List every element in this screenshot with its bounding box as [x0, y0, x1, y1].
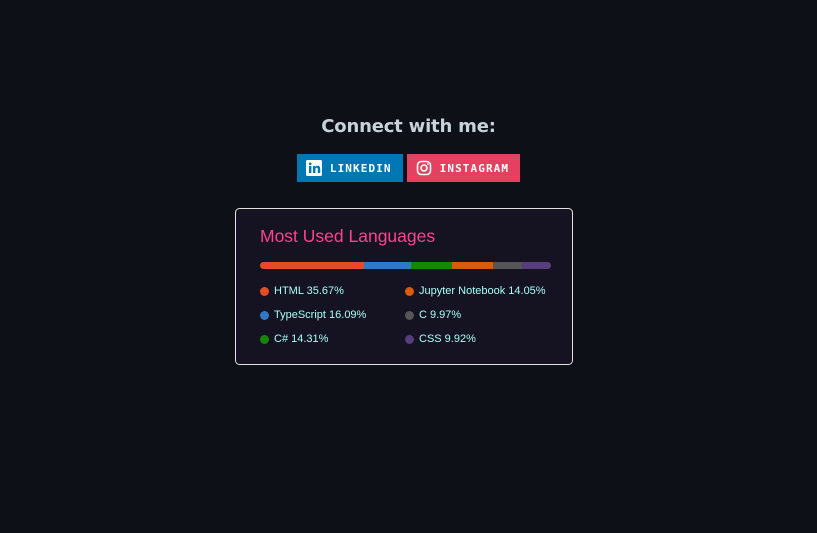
legend-label: C 9.97% — [419, 309, 462, 321]
legend-item: C# 14.31% — [260, 332, 405, 346]
linkedin-badge-button[interactable]: LINKEDIN — [296, 154, 403, 182]
profile-page: Connect with me: LINKEDIN INSTAGRAM Most… — [0, 0, 817, 533]
languages-progress-bar — [260, 262, 551, 269]
legend-item: HTML 35.67% — [260, 284, 405, 298]
bar-segment-typescript — [363, 262, 411, 269]
legend-label: TypeScript 16.09% — [274, 309, 367, 321]
legend-dot-icon — [405, 310, 414, 320]
legend-dot-icon — [405, 286, 414, 296]
linkedin-badge-label: LINKEDIN — [329, 161, 392, 175]
bar-segment-c — [493, 262, 523, 269]
legend-dot-icon — [260, 334, 269, 344]
linkedin-icon — [305, 160, 322, 176]
connect-heading: Connect with me: — [321, 116, 496, 137]
bar-segment-jupyter-notebook — [452, 262, 494, 269]
legend-dot-icon — [405, 334, 414, 344]
legend-dot-icon — [260, 286, 269, 296]
bar-segment-css — [522, 262, 551, 269]
instagram-badge-label: INSTAGRAM — [439, 161, 510, 175]
legend-dot-icon — [260, 310, 269, 320]
legend-item: C 9.97% — [405, 308, 555, 322]
bar-segment-html — [260, 262, 364, 269]
instagram-icon — [416, 160, 432, 176]
legend-item: CSS 9.92% — [405, 332, 555, 346]
most-used-languages-card: Most Used Languages HTML 35.67% Jupyter N… — [235, 208, 573, 365]
legend-item: TypeScript 16.09% — [260, 308, 405, 322]
legend-label: CSS 9.92% — [419, 333, 476, 345]
instagram-badge-button[interactable]: INSTAGRAM — [406, 154, 521, 182]
languages-legend: HTML 35.67% Jupyter Notebook 14.05% TypeSc… — [260, 284, 560, 346]
legend-item: Jupyter Notebook 14.05% — [405, 284, 555, 298]
bar-segment-c- — [410, 262, 453, 269]
social-badges: LINKEDIN INSTAGRAM — [0, 154, 817, 182]
card-title: Most Used Languages — [260, 226, 436, 246]
legend-label: C# 14.31% — [274, 333, 329, 345]
legend-label: HTML 35.67% — [274, 285, 344, 297]
legend-label: Jupyter Notebook 14.05% — [419, 285, 546, 297]
